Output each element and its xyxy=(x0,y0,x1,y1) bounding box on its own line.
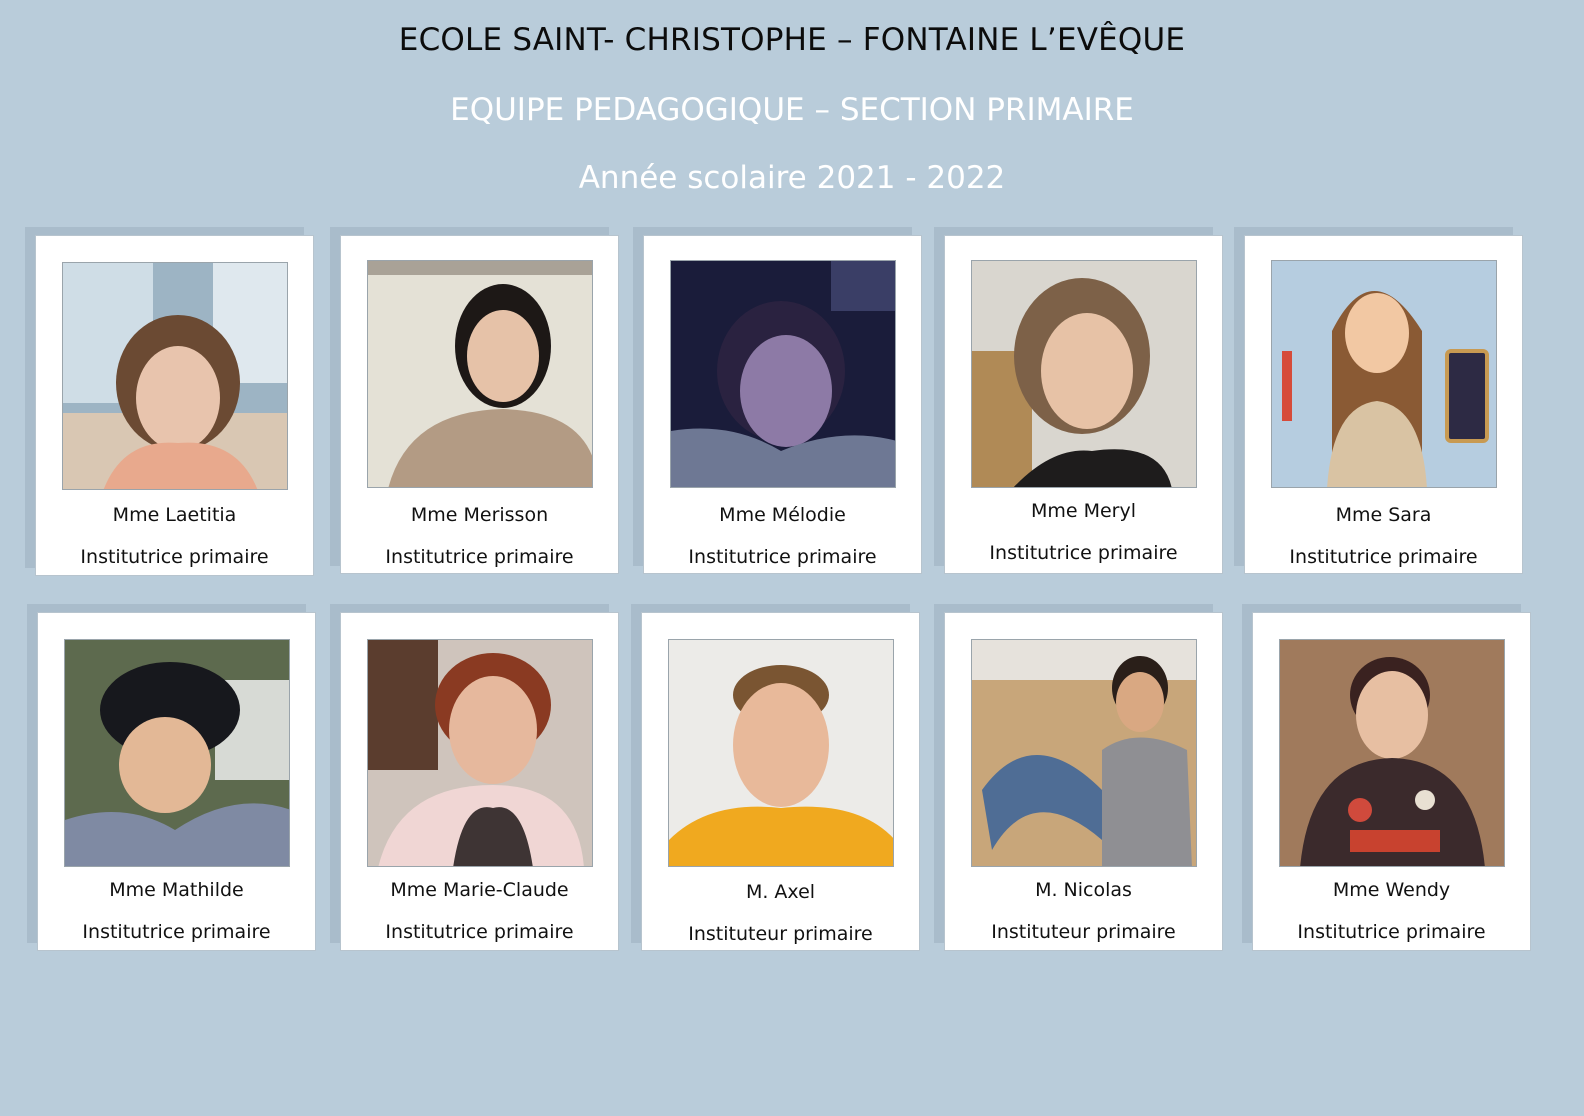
teacher-photo xyxy=(971,260,1197,488)
teacher-card: Mme Mélodie Institutrice primaire xyxy=(643,235,922,574)
teacher-name: Mme Mélodie xyxy=(719,504,846,526)
teacher-name: Mme Marie-Claude xyxy=(390,879,569,901)
teacher-card: Mme Marie-Claude Institutrice primaire xyxy=(340,612,619,951)
teacher-role: Institutrice primaire xyxy=(989,542,1178,564)
teacher-photo xyxy=(62,262,288,490)
teacher-name: Mme Wendy xyxy=(1332,879,1451,901)
teacher-card: Mme Mathilde Institutrice primaire xyxy=(37,612,316,951)
teacher-photo xyxy=(64,639,290,867)
teacher-card: M. Axel Instituteur primaire xyxy=(641,612,920,951)
teacher-role: Institutrice primaire xyxy=(1297,921,1486,943)
teacher-role: Instituteur primaire xyxy=(688,923,873,945)
teacher-card: Mme Sara Institutrice primaire xyxy=(1244,235,1523,574)
teacher-photo xyxy=(1271,260,1497,488)
teacher-role: Institutrice primaire xyxy=(1289,546,1478,568)
teacher-card: M. Nicolas Instituteur primaire xyxy=(944,612,1223,951)
teacher-photo xyxy=(367,639,593,867)
teacher-name: Mme Merisson xyxy=(410,504,549,526)
teacher-card: Mme Merisson Institutrice primaire xyxy=(340,235,619,574)
teacher-name: M. Axel xyxy=(745,881,816,903)
teacher-card: Mme Wendy Institutrice primaire xyxy=(1252,612,1531,951)
teacher-role: Institutrice primaire xyxy=(385,546,574,568)
team-title: EQUIPE PEDAGOGIQUE – SECTION PRIMAIRE xyxy=(450,92,1134,128)
teacher-photo xyxy=(971,639,1197,867)
teacher-photo xyxy=(668,639,894,867)
teacher-name: Mme Laetitia xyxy=(112,504,237,526)
teacher-name: Mme Sara xyxy=(1335,504,1432,526)
teacher-photo xyxy=(367,260,593,488)
teacher-name: Mme Meryl xyxy=(1030,500,1137,522)
school-title: ECOLE SAINT- CHRISTOPHE – FONTAINE L’EVÊ… xyxy=(398,22,1186,58)
teacher-role: Institutrice primaire xyxy=(688,546,877,568)
teacher-name: Mme Mathilde xyxy=(109,879,244,901)
teacher-role: Instituteur primaire xyxy=(991,921,1176,943)
teacher-photo xyxy=(670,260,896,488)
school-year: Année scolaire 2021 - 2022 xyxy=(578,160,1006,196)
teacher-role: Institutrice primaire xyxy=(82,921,271,943)
teacher-role: Institutrice primaire xyxy=(385,921,574,943)
teacher-card: Mme Laetitia Institutrice primaire xyxy=(35,235,314,576)
teacher-name: M. Nicolas xyxy=(1035,879,1132,901)
teacher-photo xyxy=(1279,639,1505,867)
teacher-card: Mme Meryl Institutrice primaire xyxy=(944,235,1223,574)
teacher-role: Institutrice primaire xyxy=(80,546,269,568)
